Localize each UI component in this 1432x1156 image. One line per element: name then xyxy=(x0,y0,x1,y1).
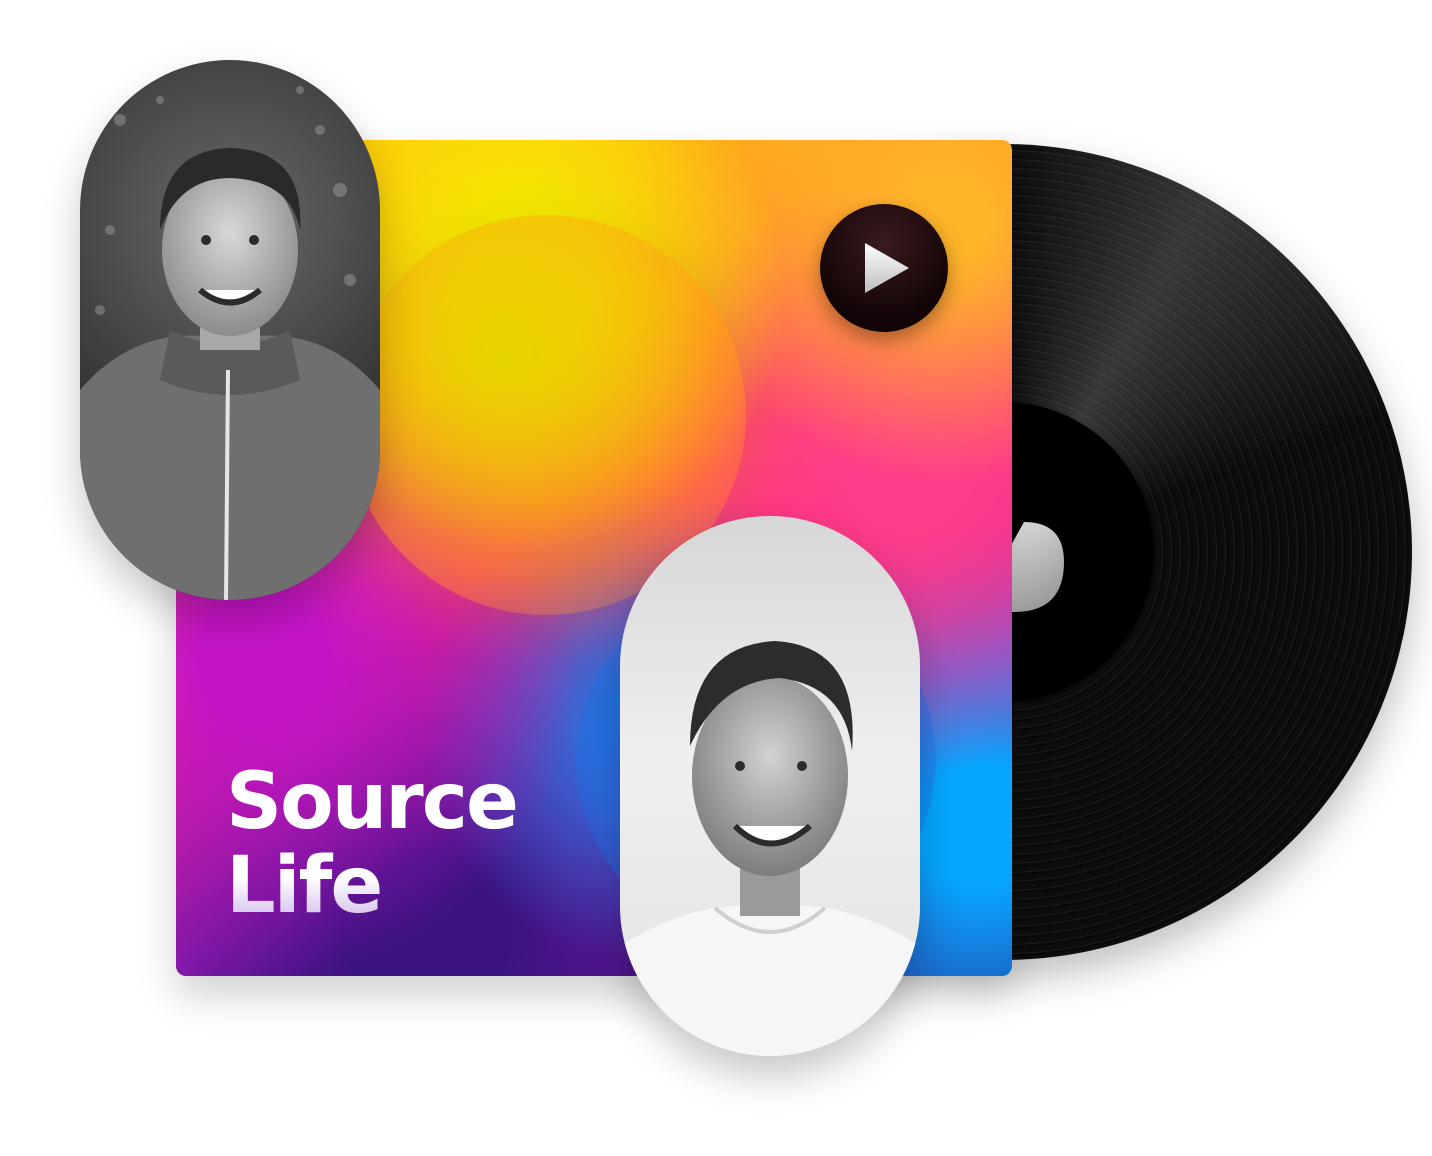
host-portrait-2 xyxy=(620,516,920,1056)
portrait-2-image xyxy=(620,641,920,1056)
host-portrait-1 xyxy=(80,60,380,600)
play-button[interactable] xyxy=(820,204,948,332)
play-icon xyxy=(865,243,909,293)
waveform-icon xyxy=(400,846,564,922)
album-title-line1: Source xyxy=(226,757,519,847)
portrait-1-image xyxy=(80,86,380,600)
